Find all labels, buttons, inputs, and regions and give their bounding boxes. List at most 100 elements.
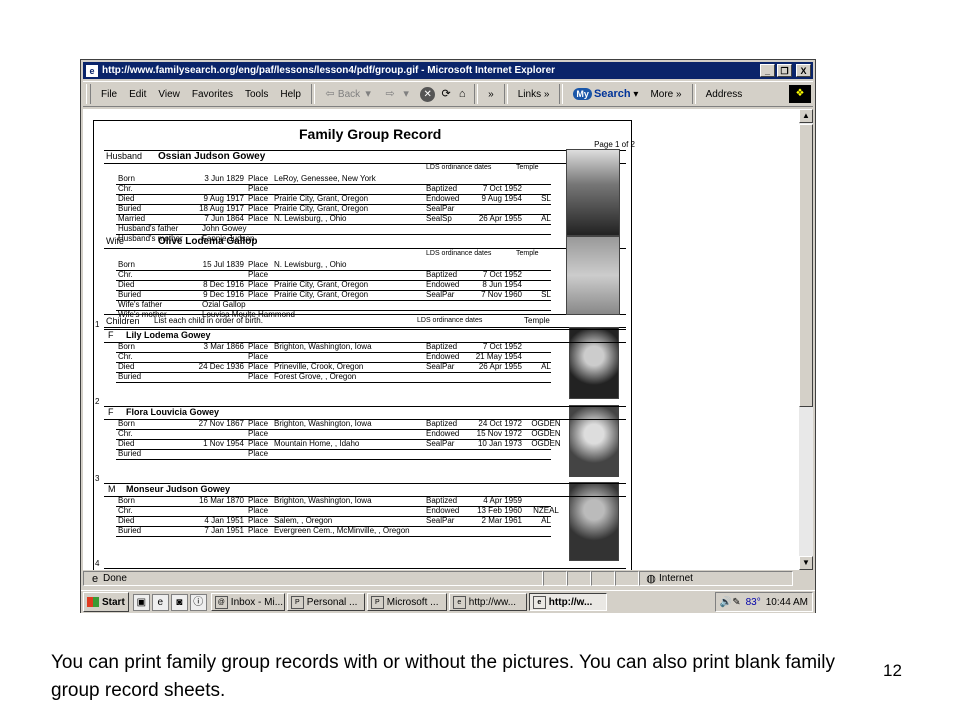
status-text: e Done	[83, 571, 543, 586]
row-label: Chr.	[118, 506, 133, 515]
toolbar-separator	[503, 84, 508, 104]
menu-edit[interactable]: Edit	[123, 89, 152, 100]
scroll-thumb[interactable]	[799, 124, 813, 407]
status-pane	[615, 571, 639, 586]
child-number: 1	[95, 320, 100, 329]
husband-label: Husband	[106, 151, 143, 161]
record-row: Buried 7 Jan 1951 Place Evergreen Cem., McM…	[116, 526, 551, 537]
quick-launch: ▣ e ◙ ⓘ	[132, 593, 207, 611]
row-date: 7 Jan 1951	[204, 526, 244, 535]
husbands-father: John Gowey	[202, 224, 247, 233]
row-label: Chr.	[118, 429, 133, 438]
row-label: Married	[118, 214, 146, 223]
info-icon[interactable]: ⓘ	[189, 593, 207, 611]
refresh-icon[interactable]: ⟳	[438, 86, 454, 102]
row-place: Forest Grove, , Oregon	[274, 372, 357, 381]
lds-label: Endowed	[426, 429, 460, 438]
row-label: Born	[118, 419, 135, 428]
row-date: 24 Dec 1936	[198, 362, 244, 371]
row-place-label: Place	[248, 372, 269, 381]
windows-logo-icon: ❖	[789, 85, 811, 103]
row-place: Prairie City, Grant, Oregon	[274, 194, 369, 203]
row-label: Born	[118, 342, 135, 351]
lds-temple: NZEAL	[533, 506, 559, 515]
menu-tools[interactable]: Tools	[239, 89, 274, 100]
lds-date: 7 Nov 1960	[481, 290, 522, 299]
toolbar-separator	[310, 84, 315, 104]
row-place-label: Place	[248, 506, 269, 515]
toolbar-separator	[474, 84, 479, 104]
row-place: N. Lewisburg, , Ohio	[274, 214, 347, 223]
record-title: Family Group Record	[299, 126, 442, 142]
scroll-up-button[interactable]: ▲	[799, 109, 813, 123]
home-icon[interactable]: ⌂	[454, 86, 470, 102]
child-name: Flora Louvicia Gowey	[126, 407, 220, 417]
row-place-label: Place	[248, 280, 269, 289]
lds-label: Baptized	[426, 270, 458, 279]
row-place-label: Place	[248, 194, 269, 203]
dropdown-arrow-icon: ▾	[403, 88, 409, 100]
task-personal[interactable]: P Personal ...	[286, 593, 365, 611]
lds-date: 21 May 1954	[475, 352, 522, 361]
close-button[interactable]: X	[796, 64, 811, 77]
lds-label: Endowed	[426, 506, 460, 515]
status-bar: e Done ◍ Internet	[83, 571, 813, 588]
row-place-label: Place	[248, 352, 269, 361]
mysearch-button[interactable]: My Search ▾	[567, 88, 644, 100]
wifes-mother: Louvisa Moulte Hammond	[202, 310, 295, 319]
lds-label: Baptized	[426, 496, 458, 505]
vertical-scrollbar[interactable]: ▲ ▼	[799, 109, 813, 570]
row-label: Husband's father	[118, 224, 179, 233]
row-place-label: Place	[248, 439, 269, 448]
lds-date: 8 Jun 1954	[482, 280, 522, 289]
minimize-button[interactable]: _	[760, 64, 775, 77]
links-button[interactable]: Links »	[512, 89, 556, 100]
slide-caption: You can print family group records with …	[51, 652, 835, 701]
task-inbox[interactable]: @ Inbox - Mi...	[210, 593, 285, 611]
task-http-1[interactable]: e http://ww...	[448, 593, 527, 611]
tray-icons[interactable]: 🔊✎	[720, 597, 741, 608]
temperature: 83°	[745, 596, 761, 608]
menu-view[interactable]: View	[152, 89, 186, 100]
record-row: Buried Place	[116, 449, 551, 460]
menu-toolbar: File Edit View Favorites Tools Help ⇦ Bac…	[83, 81, 813, 107]
outlook-icon[interactable]: ◙	[170, 593, 188, 611]
row-date: 15 Jul 1839	[202, 260, 244, 269]
back-button[interactable]: ⇦ Back ▾	[319, 86, 379, 102]
scroll-down-button[interactable]: ▼	[799, 556, 813, 570]
restore-button[interactable]: ❐	[777, 64, 792, 77]
stop-icon[interactable]: ✕	[420, 86, 436, 102]
lds-label: Baptized	[426, 342, 458, 351]
back-label: Back	[337, 88, 361, 100]
window-title: http://www.familysearch.org/eng/paf/less…	[102, 65, 556, 76]
more-chevron: »	[676, 88, 682, 100]
status-zone: ◍ Internet	[639, 571, 793, 586]
ie-icon[interactable]: e	[151, 593, 169, 611]
child-name: Lily Lodema Gowey	[126, 330, 211, 340]
row-place-label: Place	[248, 429, 269, 438]
menu-file[interactable]: File	[95, 89, 123, 100]
lds-temple: OGDEN	[531, 419, 561, 428]
menu-favorites[interactable]: Favorites	[186, 89, 239, 100]
lds-header-row: LDS ordinance dates Temple	[426, 249, 551, 259]
start-button[interactable]: Start	[83, 592, 129, 612]
more-button[interactable]: More »	[644, 89, 687, 100]
desktop-icon[interactable]: ▣	[132, 593, 150, 611]
lds-temple: AL	[541, 214, 551, 223]
child-name: Monseur Judson Gowey	[126, 484, 231, 494]
row-date: 16 Mar 1870	[199, 496, 244, 505]
row-label: Chr.	[118, 352, 133, 361]
lds-temple: OGDEN	[531, 429, 561, 438]
row-place-label: Place	[248, 342, 269, 351]
address-label[interactable]: Address	[700, 89, 749, 100]
task-http-2[interactable]: e http://w...	[528, 593, 607, 611]
task-microsoft[interactable]: P Microsoft ...	[366, 593, 447, 611]
lds-temple: SL	[541, 194, 551, 203]
toolbar-chevron[interactable]: »	[482, 89, 500, 100]
forward-button[interactable]: ⇨ ▾	[379, 86, 417, 102]
row-label: Chr.	[118, 270, 133, 279]
menu-help[interactable]: Help	[274, 89, 307, 100]
zone-label: Internet	[659, 573, 693, 584]
status-done: Done	[103, 573, 127, 584]
toolbar-grip[interactable]	[86, 84, 91, 104]
